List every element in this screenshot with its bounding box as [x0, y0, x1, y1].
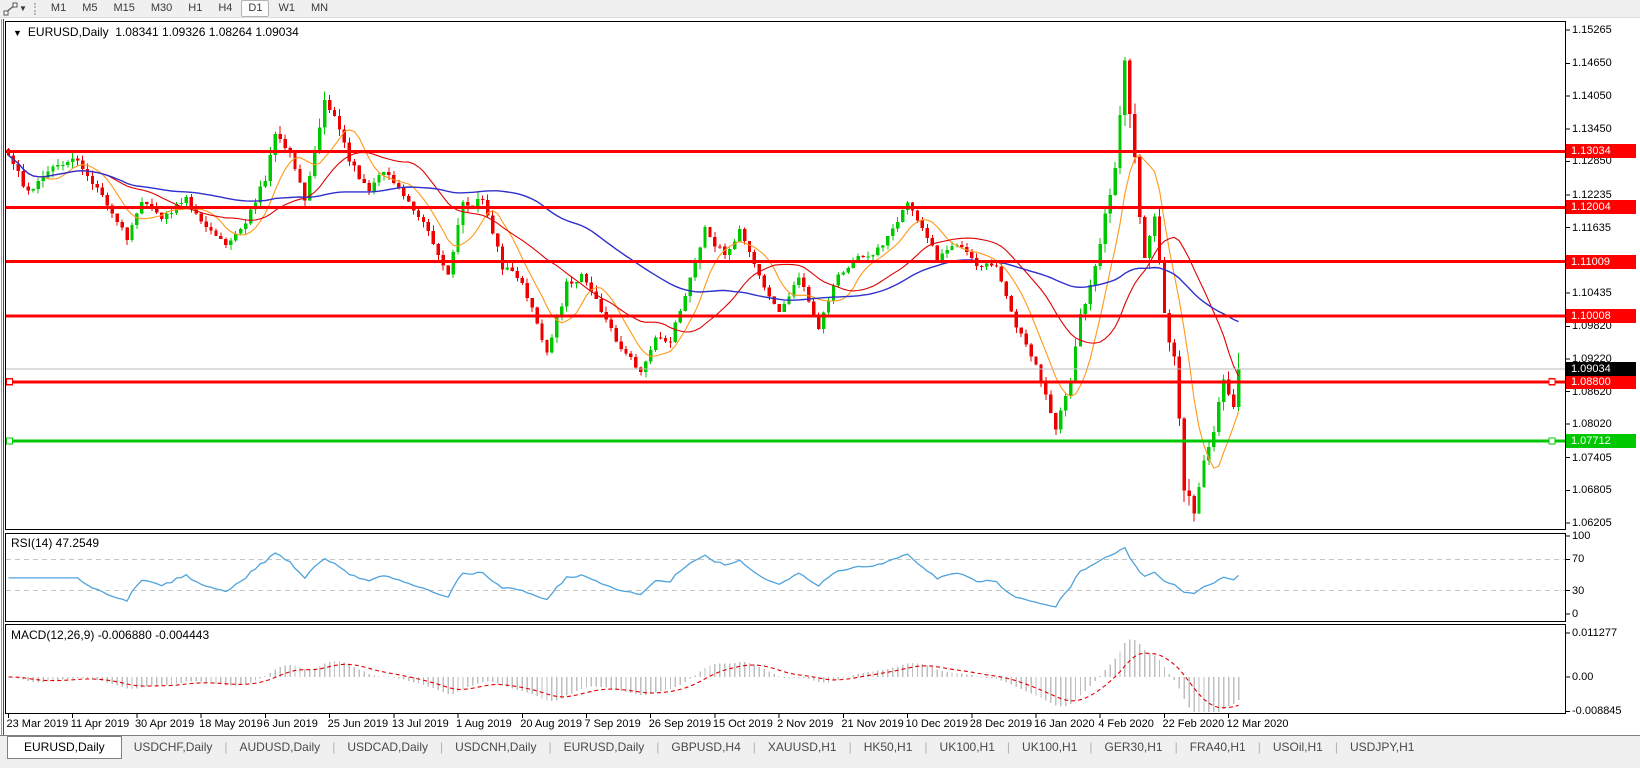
- timeframe-button-h4[interactable]: H4: [211, 0, 239, 17]
- chart-tab-audusd-daily[interactable]: AUDUSD,Daily: [228, 736, 333, 758]
- macd-axis-label: 0.00: [1572, 671, 1593, 683]
- date-axis-label: 20 Aug 2019: [520, 718, 582, 730]
- date-axis-label: 25 Jun 2019: [328, 718, 389, 730]
- price-axis-label: 1.06205: [1572, 517, 1612, 529]
- chart-tab-fra40-h1[interactable]: FRA40,H1: [1178, 736, 1258, 758]
- rsi-panel[interactable]: [5, 533, 1566, 622]
- date-axis-label: 23 Mar 2019: [7, 718, 69, 730]
- timeframe-button-h1[interactable]: H1: [181, 0, 209, 17]
- price-axis-label: 1.08020: [1572, 418, 1612, 430]
- date-axis-label: 28 Dec 2019: [970, 718, 1032, 730]
- date-axis-label: 11 Apr 2019: [71, 718, 130, 730]
- symbol-dropdown-icon[interactable]: ▼: [13, 28, 22, 38]
- chart-tab-usdjpy-h1[interactable]: USDJPY,H1: [1338, 736, 1426, 758]
- price-axis-label: 1.13450: [1572, 123, 1612, 135]
- date-axis-label: 18 May 2019: [199, 718, 263, 730]
- chart-symbol: EURUSD,Daily: [28, 25, 109, 39]
- price-axis-label: 1.06805: [1572, 484, 1612, 496]
- price-axis-label: 1.11635: [1572, 222, 1611, 234]
- macd-label: MACD(12,26,9) -0.006880 -0.004443: [11, 628, 209, 642]
- chart-tab-xauusd-h1[interactable]: XAUUSD,H1: [756, 736, 849, 758]
- date-axis-label: 16 Jan 2020: [1034, 718, 1095, 730]
- price-line-label: 1.08800: [1566, 375, 1636, 389]
- date-axis-label: 2 Nov 2019: [777, 718, 833, 730]
- price-axis-label: 1.15265: [1572, 24, 1612, 36]
- timeframe-button-m30[interactable]: M30: [144, 0, 179, 17]
- macd-panel[interactable]: [5, 624, 1566, 714]
- rsi-axis-label: 100: [1572, 530, 1590, 542]
- timeframe-buttons: M1M5M15M30H1H4D1W1MN: [43, 0, 336, 17]
- rsi-axis-label: 30: [1572, 585, 1584, 597]
- chart-tab-eurusd-daily[interactable]: EURUSD,Daily: [552, 736, 657, 758]
- chart-tab-uk100-h1[interactable]: UK100,H1: [928, 736, 1007, 758]
- timeframe-button-d1[interactable]: D1: [241, 0, 269, 17]
- rsi-label: RSI(14) 47.2549: [11, 536, 99, 550]
- timeframe-button-m15[interactable]: M15: [106, 0, 141, 17]
- date-axis-label: 4 Feb 2020: [1098, 718, 1154, 730]
- price-axis-label: 1.12235: [1572, 189, 1612, 201]
- date-axis-label: 15 Oct 2019: [713, 718, 773, 730]
- rsi-axis-label: 0: [1572, 608, 1578, 620]
- macd-axis-label: -0.008845: [1572, 705, 1622, 717]
- date-axis-label: 10 Dec 2019: [906, 718, 968, 730]
- timeframe-toolbar: ▼ M1M5M15M30H1H4D1W1MN: [0, 0, 1640, 18]
- price-axis-label: 1.14050: [1572, 90, 1612, 102]
- date-axis-label: 1 Aug 2019: [456, 718, 512, 730]
- date-axis-label: 22 Feb 2020: [1162, 718, 1224, 730]
- date-axis-label: 13 Jul 2019: [392, 718, 449, 730]
- chart-tab-usdcnh-daily[interactable]: USDCNH,Daily: [443, 736, 548, 758]
- price-line-label: 1.07712: [1566, 434, 1636, 448]
- chart-tab-bar: EURUSD,DailyUSDCHF,Daily|AUDUSD,Daily|US…: [0, 735, 1640, 768]
- price-axis-label: 1.10435: [1572, 287, 1612, 299]
- window-edge-inner: [3, 19, 4, 768]
- chart-tab-usdchf-daily[interactable]: USDCHF,Daily: [122, 736, 225, 758]
- chart-tab-usdcad-daily[interactable]: USDCAD,Daily: [335, 736, 440, 758]
- timeframe-button-w1[interactable]: W1: [271, 0, 302, 17]
- price-line-label: 1.13034: [1566, 144, 1636, 158]
- date-axis-label: 12 Mar 2020: [1227, 718, 1289, 730]
- chart-tab-hk50-h1[interactable]: HK50,H1: [852, 736, 925, 758]
- date-axis-label: 6 Jun 2019: [263, 718, 317, 730]
- chart-tab-eurusd-daily[interactable]: EURUSD,Daily: [7, 736, 122, 759]
- toolbar-grip: [34, 3, 36, 15]
- price-line-label: 1.12004: [1566, 200, 1636, 214]
- timeframe-button-mn[interactable]: MN: [304, 0, 335, 17]
- price-axis-label: 1.07405: [1572, 452, 1612, 464]
- macd-axis-label: 0.011277: [1572, 627, 1617, 639]
- draw-tool-dropdown-icon[interactable]: ▼: [19, 4, 27, 13]
- chart-ohlc: 1.08341 1.09326 1.08264 1.09034: [115, 25, 299, 39]
- timeframe-button-m1[interactable]: M1: [44, 0, 73, 17]
- date-axis-label: 30 Apr 2019: [135, 718, 194, 730]
- chart-tab-uk100-h1[interactable]: UK100,H1: [1010, 736, 1089, 758]
- date-axis-label: 26 Sep 2019: [649, 718, 711, 730]
- price-axis-label: 1.14650: [1572, 57, 1612, 69]
- chart-title: ▼ EURUSD,Daily 1.08341 1.09326 1.08264 1.…: [13, 25, 299, 39]
- window-edge: [1, 19, 2, 768]
- draw-tool-icon[interactable]: [3, 2, 18, 16]
- price-line-label: 1.11009: [1566, 255, 1636, 269]
- price-line-label: 1.10008: [1566, 309, 1636, 323]
- current-price-label: 1.09034: [1566, 362, 1636, 376]
- trading-terminal: ▼ M1M5M15M30H1H4D1W1MN ▼ EURUSD,Daily 1.0…: [0, 0, 1640, 768]
- chart-tab-ger30-h1[interactable]: GER30,H1: [1093, 736, 1175, 758]
- date-axis-label: 7 Sep 2019: [584, 718, 640, 730]
- chart-tab-gbpusd-h4[interactable]: GBPUSD,H4: [659, 736, 752, 758]
- timeframe-button-m5[interactable]: M5: [75, 0, 104, 17]
- date-axis-label: 21 Nov 2019: [841, 718, 903, 730]
- rsi-axis-label: 70: [1572, 553, 1584, 565]
- chart-tab-usoil-h1[interactable]: USOil,H1: [1261, 736, 1335, 758]
- main-chart-panel[interactable]: [5, 21, 1566, 530]
